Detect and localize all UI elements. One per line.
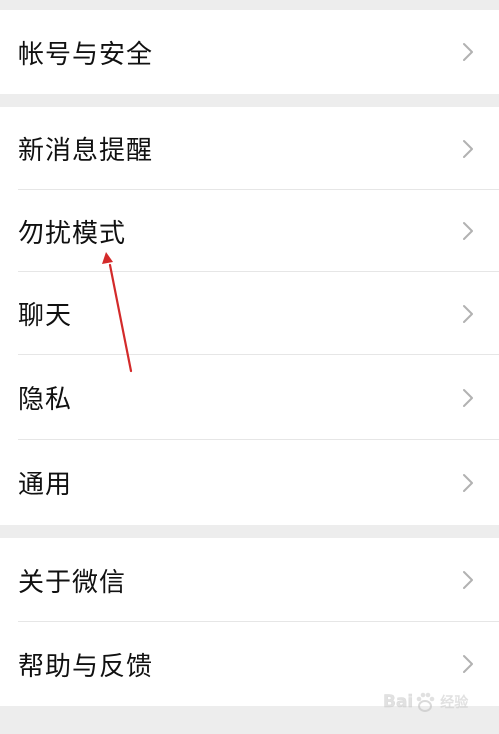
chevron-right-icon — [463, 304, 473, 323]
settings-item-label: 通用 — [18, 470, 73, 500]
top-gap — [0, 0, 499, 10]
settings-item-label: 帐号与安全 — [18, 39, 154, 70]
chevron-right-icon — [463, 388, 473, 407]
settings-item-about-wechat[interactable]: 关于微信 — [0, 538, 499, 622]
section-gap — [0, 94, 499, 107]
settings-item-chat[interactable]: 聊天 — [0, 272, 499, 355]
settings-item-privacy[interactable]: 隐私 — [0, 355, 499, 440]
settings-group-account: 帐号与安全 — [0, 10, 499, 94]
settings-page: 帐号与安全 新消息提醒 勿扰模式 聊天 隐私 通用 关于微信 帮助与反馈 Bai… — [0, 0, 499, 734]
settings-item-new-message-notifications[interactable]: 新消息提醒 — [0, 107, 499, 190]
settings-item-label: 帮助与反馈 — [18, 651, 154, 682]
watermark-brand-right: 经验 — [440, 695, 469, 711]
settings-item-label: 勿扰模式 — [18, 218, 127, 249]
chevron-right-icon — [463, 571, 473, 589]
chevron-right-icon — [463, 473, 473, 492]
settings-item-label: 关于微信 — [18, 567, 127, 598]
settings-item-label: 聊天 — [18, 301, 73, 331]
chevron-right-icon — [463, 43, 473, 61]
watermark-brand-left: Bai — [383, 692, 414, 713]
chevron-right-icon — [463, 139, 473, 158]
baidu-jingyan-watermark: Bai 经验 — [383, 680, 497, 724]
settings-item-label: 隐私 — [18, 385, 73, 415]
settings-item-general[interactable]: 通用 — [0, 440, 499, 525]
baidu-paw-icon — [416, 692, 435, 712]
settings-item-account-security[interactable]: 帐号与安全 — [0, 10, 499, 94]
chevron-right-icon — [463, 222, 473, 240]
chevron-right-icon — [463, 655, 473, 673]
section-gap — [0, 525, 499, 538]
settings-item-do-not-disturb[interactable]: 勿扰模式 — [0, 190, 499, 272]
settings-item-label: 新消息提醒 — [18, 136, 154, 166]
settings-group-main: 新消息提醒 勿扰模式 聊天 隐私 通用 — [0, 107, 499, 525]
